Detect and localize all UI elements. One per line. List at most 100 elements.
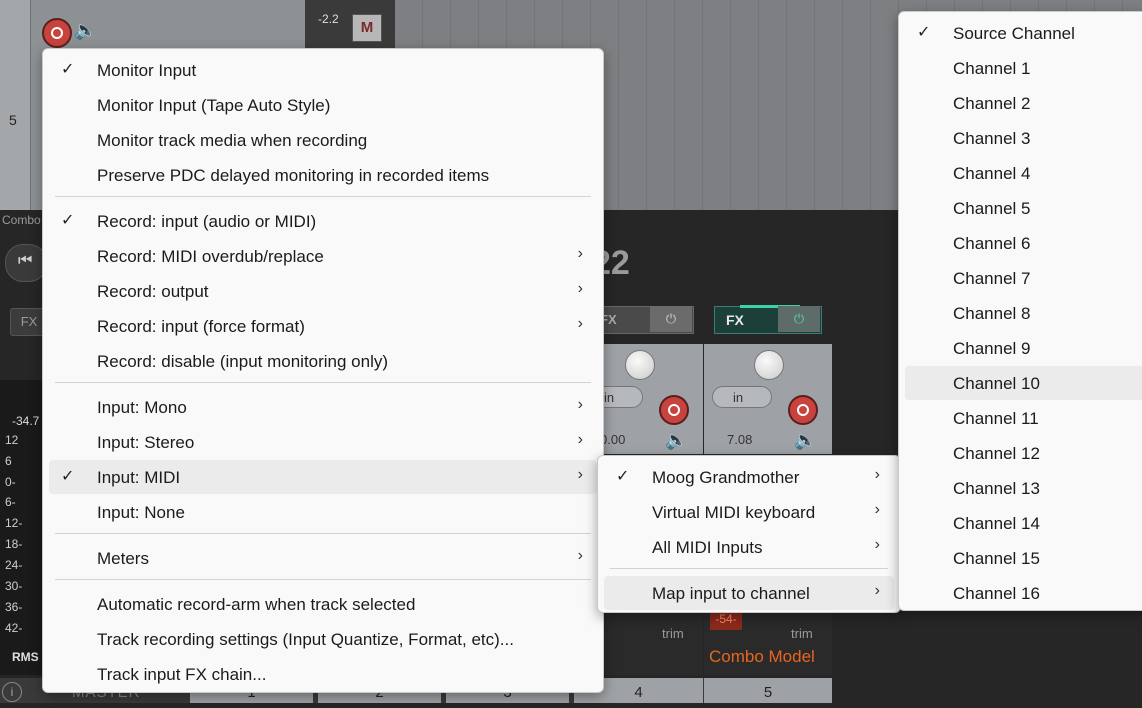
record-arm-button[interactable] [659, 395, 689, 425]
menu-item-label: All MIDI Inputs [652, 538, 763, 557]
meter-scale-label: 36- [5, 600, 23, 614]
menu-item-channel-11[interactable]: Channel 11 [905, 401, 1142, 435]
menu-separator [55, 533, 591, 534]
menu-item-record-force-format[interactable]: Record: input (force format) › [49, 309, 597, 343]
menu-item-label: Channel 6 [953, 234, 1031, 253]
menu-item-channel-9[interactable]: Channel 9 [905, 331, 1142, 365]
menu-item-label: Monitor Input (Tape Auto Style) [97, 96, 331, 115]
menu-item-preserve-pdc[interactable]: Preserve PDC delayed monitoring in recor… [49, 158, 597, 192]
menu-item-moog-grandmother[interactable]: ✓ Moog Grandmother › [604, 460, 894, 494]
menu-item-label: Channel 16 [953, 584, 1040, 603]
track-volume-value: -2.2 [318, 12, 339, 26]
menu-item-label: Channel 7 [953, 269, 1031, 288]
volume-value: 7.08 [727, 432, 753, 447]
menu-item-record-midi-overdub[interactable]: Record: MIDI overdub/replace › [49, 239, 597, 273]
menu-item-label: Channel 2 [953, 94, 1031, 113]
chevron-right-icon: › [874, 582, 880, 599]
check-icon: ✓ [61, 212, 75, 229]
menu-item-label: Source Channel [953, 24, 1075, 43]
rms-label[interactable]: RMS [12, 650, 39, 664]
chevron-right-icon: › [577, 466, 583, 483]
meter-scale-label: 0- [5, 475, 16, 489]
pan-knob[interactable] [754, 350, 784, 380]
pan-knob[interactable] [625, 350, 655, 380]
menu-item-input-stereo[interactable]: Input: Stereo › [49, 425, 597, 459]
menu-item-channel-12[interactable]: Channel 12 [905, 436, 1142, 470]
midi-input-submenu: ✓ Moog Grandmother › Virtual MIDI keyboa… [597, 455, 901, 613]
menu-item-input-none[interactable]: Input: None [49, 495, 597, 529]
menu-item-record-disable[interactable]: Record: disable (input monitoring only) [49, 344, 597, 378]
menu-item-label: Channel 9 [953, 339, 1031, 358]
menu-item-record-input[interactable]: ✓ Record: input (audio or MIDI) [49, 204, 597, 238]
trim-label: trim [791, 626, 813, 641]
menu-item-channel-15[interactable]: Channel 15 [905, 541, 1142, 575]
menu-item-label: Channel 12 [953, 444, 1040, 463]
menu-item-channel-5[interactable]: Channel 5 [905, 191, 1142, 225]
menu-item-channel-8[interactable]: Channel 8 [905, 296, 1142, 330]
menu-item-record-output[interactable]: Record: output › [49, 274, 597, 308]
menu-item-channel-4[interactable]: Channel 4 [905, 156, 1142, 190]
track5-name[interactable]: Combo Model [709, 647, 815, 667]
menu-item-label: Record: MIDI overdub/replace [97, 247, 324, 266]
menu-item-channel-6[interactable]: Channel 6 [905, 226, 1142, 260]
track-number: 5 [9, 112, 17, 128]
menu-item-monitor-track-media[interactable]: Monitor track media when recording [49, 123, 597, 157]
menu-item-channel-10[interactable]: Channel 10 [905, 366, 1142, 400]
menu-separator [55, 196, 591, 197]
menu-item-label: Track recording settings (Input Quantize… [97, 630, 514, 649]
speaker-icon[interactable]: 🔈 [74, 20, 96, 41]
menu-item-label: Input: None [97, 503, 185, 522]
record-arm-button[interactable] [42, 18, 72, 48]
menu-item-label: Channel 8 [953, 304, 1031, 323]
menu-item-label: Input: MIDI [97, 468, 181, 487]
meter-scale-label: 6 [5, 454, 12, 468]
menu-item-monitor-input[interactable]: ✓ Monitor Input [49, 53, 597, 87]
menu-item-input-midi[interactable]: ✓ Input: MIDI › [49, 460, 597, 494]
chevron-right-icon: › [577, 396, 583, 413]
chevron-right-icon: › [874, 501, 880, 518]
chevron-right-icon: › [577, 245, 583, 262]
menu-item-label: Channel 11 [953, 409, 1039, 428]
menu-item-track-recording-settings[interactable]: Track recording settings (Input Quantize… [49, 622, 597, 656]
menu-item-meters[interactable]: Meters › [49, 541, 597, 575]
mute-button[interactable]: M [352, 14, 382, 42]
menu-item-channel-1[interactable]: Channel 1 [905, 51, 1142, 85]
chevron-right-icon: › [577, 315, 583, 332]
menu-item-channel-13[interactable]: Channel 13 [905, 471, 1142, 505]
menu-item-label: Record: input (audio or MIDI) [97, 212, 317, 231]
menu-item-monitor-input-tape[interactable]: Monitor Input (Tape Auto Style) [49, 88, 597, 122]
menu-item-label: Preserve PDC delayed monitoring in recor… [97, 166, 490, 185]
meter-scale-label: 42- [5, 621, 23, 635]
menu-item-auto-record-arm[interactable]: Automatic record-arm when track selected [49, 587, 597, 621]
menu-item-channel-14[interactable]: Channel 14 [905, 506, 1142, 540]
power-icon[interactable]: ⏻ [650, 306, 692, 332]
info-icon[interactable]: i [2, 682, 22, 702]
menu-item-label: Monitor track media when recording [97, 131, 368, 150]
check-icon: ✓ [917, 24, 931, 41]
speaker-icon[interactable]: 🔈 [665, 430, 687, 451]
menu-item-channel-3[interactable]: Channel 3 [905, 121, 1142, 155]
menu-separator [55, 579, 591, 580]
menu-item-source-channel[interactable]: ✓ Source Channel [905, 16, 1142, 50]
input-selector[interactable]: in [712, 386, 772, 408]
chevron-right-icon: › [577, 547, 583, 564]
record-arm-button[interactable] [788, 395, 818, 425]
menu-item-label: Moog Grandmother [652, 468, 800, 487]
menu-item-map-input-to-channel[interactable]: Map input to channel › [604, 576, 894, 610]
menu-item-channel-7[interactable]: Channel 7 [905, 261, 1142, 295]
menu-item-all-midi-inputs[interactable]: All MIDI Inputs › [604, 530, 894, 564]
menu-item-label: Automatic record-arm when track selected [97, 595, 416, 614]
menu-item-track-input-fx-chain[interactable]: Track input FX chain... [49, 657, 597, 691]
menu-item-input-mono[interactable]: Input: Mono › [49, 390, 597, 424]
menu-item-label: Channel 5 [953, 199, 1031, 218]
mixer-tab-5[interactable]: 5 [704, 678, 832, 703]
chevron-right-icon: › [874, 466, 880, 483]
speaker-icon[interactable]: 🔈 [794, 430, 816, 451]
check-icon: ✓ [61, 468, 75, 485]
record-arm-context-menu: ✓ Monitor Input Monitor Input (Tape Auto… [42, 48, 604, 693]
menu-item-channel-16[interactable]: Channel 16 [905, 576, 1142, 610]
menu-item-virtual-midi-keyboard[interactable]: Virtual MIDI keyboard › [604, 495, 894, 529]
menu-item-label: Channel 4 [953, 164, 1031, 183]
menu-item-channel-2[interactable]: Channel 2 [905, 86, 1142, 120]
power-icon[interactable]: ⏻ [778, 306, 820, 332]
